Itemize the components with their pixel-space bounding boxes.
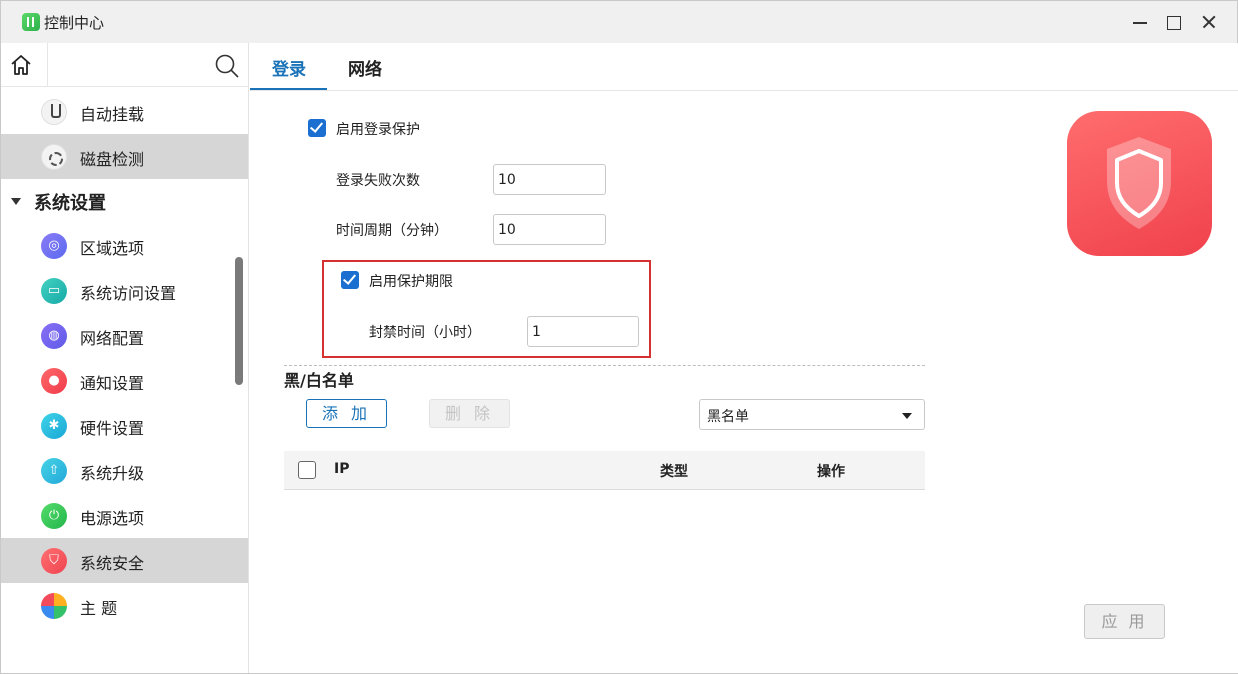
caret-down-icon	[11, 198, 21, 205]
enable-login-protection-label: 启用登录保护	[336, 122, 420, 138]
list-type-select[interactable]: 黑名单	[699, 399, 925, 430]
period-label: 时间周期（分钟）	[336, 223, 448, 239]
column-type: 类型	[660, 464, 688, 480]
sidebar-item-upgrade[interactable]: ⇧ 系统升级	[1, 448, 248, 493]
fail-count-input[interactable]	[493, 164, 606, 195]
sidebar-toolbar	[1, 43, 248, 87]
fail-count-label: 登录失败次数	[336, 173, 420, 189]
tab-network[interactable]: 网络	[348, 55, 382, 80]
list-type-value: 黑名单	[707, 409, 749, 425]
region-icon: ◎	[41, 233, 67, 259]
sidebar-item-label: 主 题	[80, 599, 118, 618]
sidebar-item-label: 自动挂载	[80, 105, 145, 124]
column-ip: IP	[334, 461, 350, 477]
tab-login[interactable]: 登录	[272, 55, 306, 80]
bell-icon: ●	[41, 368, 67, 394]
sidebar-item-label: 系统访问设置	[80, 284, 177, 303]
sidebar-item-label: 系统安全	[80, 554, 145, 573]
network-icon: ◍	[41, 323, 67, 349]
close-icon[interactable]	[1196, 9, 1222, 35]
sidebar-scrollbar[interactable]	[235, 257, 243, 385]
sidebar-group-label: 系统设置	[34, 193, 106, 214]
sidebar-item-label: 网络配置	[80, 329, 145, 348]
control-center-icon	[22, 13, 40, 31]
shield-icon: ⛉	[41, 548, 67, 574]
hardware-icon: ✱	[41, 413, 67, 439]
sidebar: 自动挂载 磁盘检测 系统设置 ◎ 区域选项 ▭ 系统访问设置 ◍ 网络配置 ● …	[1, 43, 249, 673]
window-title: 控制中心	[44, 14, 105, 32]
enable-protection-limit-label: 启用保护期限	[369, 274, 453, 290]
blacklist-title: 黑/白名单	[284, 371, 354, 390]
chevron-down-icon	[902, 413, 912, 419]
enable-login-protection-checkbox[interactable]	[308, 119, 326, 137]
add-button[interactable]: 添 加	[306, 399, 387, 428]
divider	[47, 43, 48, 87]
disk-check-icon	[41, 144, 67, 170]
sidebar-item-theme[interactable]: 主 题	[1, 583, 248, 628]
minimize-icon[interactable]	[1127, 9, 1153, 35]
sidebar-item-system-access[interactable]: ▭ 系统访问设置	[1, 268, 248, 313]
sidebar-item-label: 区域选项	[80, 239, 145, 258]
security-shield-icon	[1067, 111, 1212, 256]
sidebar-item-label: 系统升级	[80, 464, 145, 483]
enable-protection-limit-checkbox[interactable]	[341, 271, 359, 289]
table-header: IP 类型 操作	[284, 451, 925, 490]
maximize-icon[interactable]	[1160, 9, 1186, 35]
home-icon[interactable]	[9, 54, 33, 76]
control-center-window: 控制中心 自动挂载 磁盘检测 系统设置 ◎ 区域选项 ▭ 系统访问设置 ◍ 网络…	[0, 0, 1238, 674]
search-icon[interactable]	[214, 53, 240, 79]
period-input[interactable]	[493, 214, 606, 245]
select-all-checkbox[interactable]	[298, 461, 316, 479]
main-panel: 登录 网络 启用登录保护 登录失败次数 时间周期（分钟） 启用保护期限 封禁时间…	[250, 43, 1238, 673]
title-bar: 控制中心	[1, 1, 1237, 43]
delete-button[interactable]: 删 除	[429, 399, 510, 428]
sidebar-item-power[interactable]: ⏻ 电源选项	[1, 493, 248, 538]
apply-button[interactable]: 应 用	[1084, 604, 1165, 639]
access-icon: ▭	[41, 278, 67, 304]
section-divider	[284, 365, 925, 366]
sidebar-item-disk-check[interactable]: 磁盘检测	[1, 134, 248, 179]
column-action: 操作	[817, 464, 845, 480]
sidebar-item-auto-mount[interactable]: 自动挂载	[1, 89, 248, 134]
theme-icon	[41, 593, 67, 619]
mount-icon	[41, 99, 67, 125]
sidebar-item-label: 磁盘检测	[80, 150, 145, 169]
sidebar-group-system-settings[interactable]: 系统设置	[1, 183, 248, 219]
sidebar-item-region[interactable]: ◎ 区域选项	[1, 223, 248, 268]
sidebar-item-security[interactable]: ⛉ 系统安全	[1, 538, 248, 583]
ban-time-label: 封禁时间（小时）	[369, 325, 481, 341]
sidebar-item-label: 电源选项	[80, 509, 145, 528]
sidebar-item-network[interactable]: ◍ 网络配置	[1, 313, 248, 358]
sidebar-item-hardware[interactable]: ✱ 硬件设置	[1, 403, 248, 448]
sidebar-item-label: 硬件设置	[80, 419, 145, 438]
tab-bar: 登录 网络	[250, 43, 1238, 91]
sidebar-item-notification[interactable]: ● 通知设置	[1, 358, 248, 403]
ban-time-input[interactable]	[527, 316, 639, 347]
active-tab-indicator	[250, 88, 327, 90]
power-icon: ⏻	[41, 503, 67, 529]
sidebar-item-label: 通知设置	[80, 374, 145, 393]
upgrade-icon: ⇧	[41, 458, 67, 484]
